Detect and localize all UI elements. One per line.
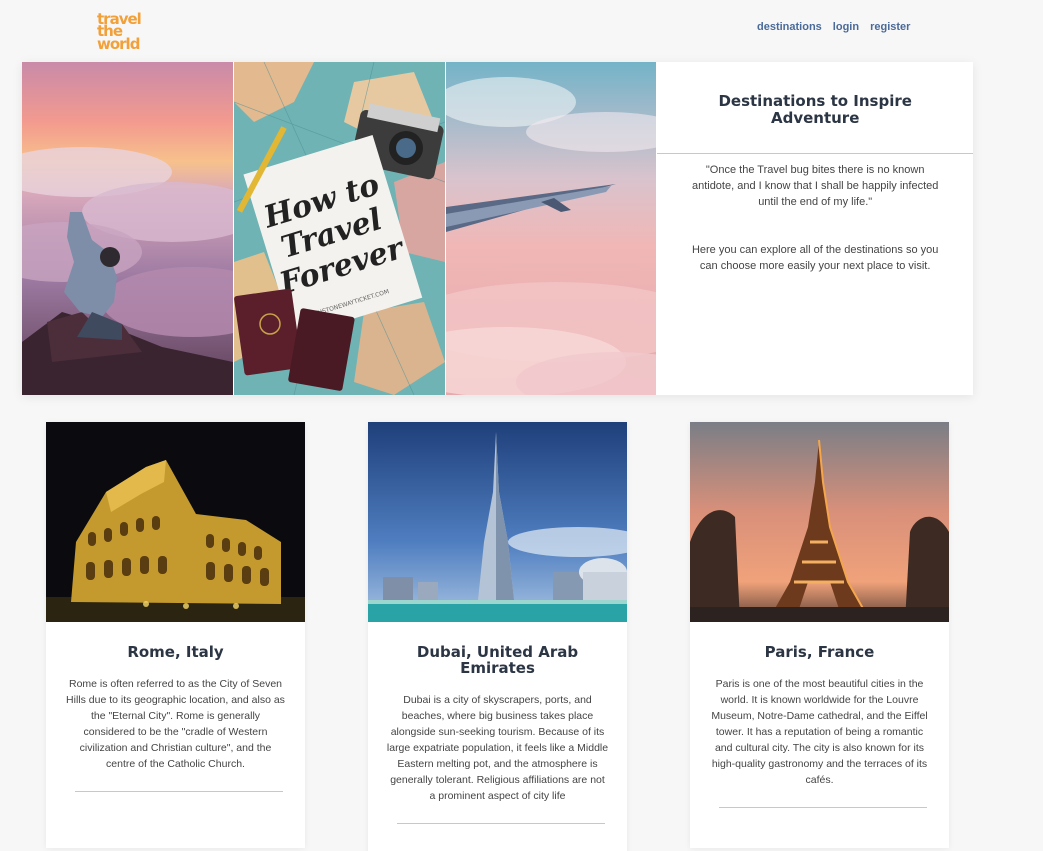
hero-image-plane-wing xyxy=(445,62,657,395)
hero-divider xyxy=(657,153,974,154)
dubai-image xyxy=(368,422,627,622)
nav-register-link[interactable]: register xyxy=(870,21,910,33)
hero-image-map: How to Travel Forever JUSTONEWAYTICKET.C… xyxy=(233,62,445,395)
nav-login-link[interactable]: login xyxy=(833,21,859,33)
card-title: Dubai, United Arab Emirates xyxy=(416,643,579,677)
card-title: Rome, Italy xyxy=(127,643,224,661)
card-description: Rome is often referred to as the City of… xyxy=(66,678,285,770)
destination-card-rome[interactable]: Rome, Italy Rome is often referred to as… xyxy=(46,422,305,848)
card-description: Paris is one of the most beautiful citie… xyxy=(711,678,928,786)
destination-card-paris[interactable]: Paris, France Paris is one of the most b… xyxy=(690,422,949,848)
destination-card-dubai[interactable]: Dubai, United Arab Emirates Dubai is a c… xyxy=(368,422,627,851)
card-title: Paris, France xyxy=(764,643,875,661)
nav-destinations-link[interactable]: destinations xyxy=(757,21,822,33)
hero-description: Here you can explore all of the destinat… xyxy=(691,244,939,272)
hero-title: Destinations to Inspire Adventure xyxy=(718,92,912,127)
hero-quote: "Once the Travel bug bites there is no k… xyxy=(691,164,939,208)
card-description: Dubai is a city of skyscrapers, ports, a… xyxy=(386,694,609,802)
hero-text-panel: Destinations to Inspire Adventure "Once … xyxy=(657,62,974,395)
logo-line-3: world xyxy=(97,34,140,53)
rome-image xyxy=(46,422,305,622)
hero-section: How to Travel Forever JUSTONEWAYTICKET.C… xyxy=(22,62,974,395)
top-nav: destinations login register xyxy=(757,21,910,33)
paris-image xyxy=(690,422,949,622)
logo[interactable]: travel the world xyxy=(97,11,143,53)
hero-image-mountain xyxy=(22,62,233,395)
